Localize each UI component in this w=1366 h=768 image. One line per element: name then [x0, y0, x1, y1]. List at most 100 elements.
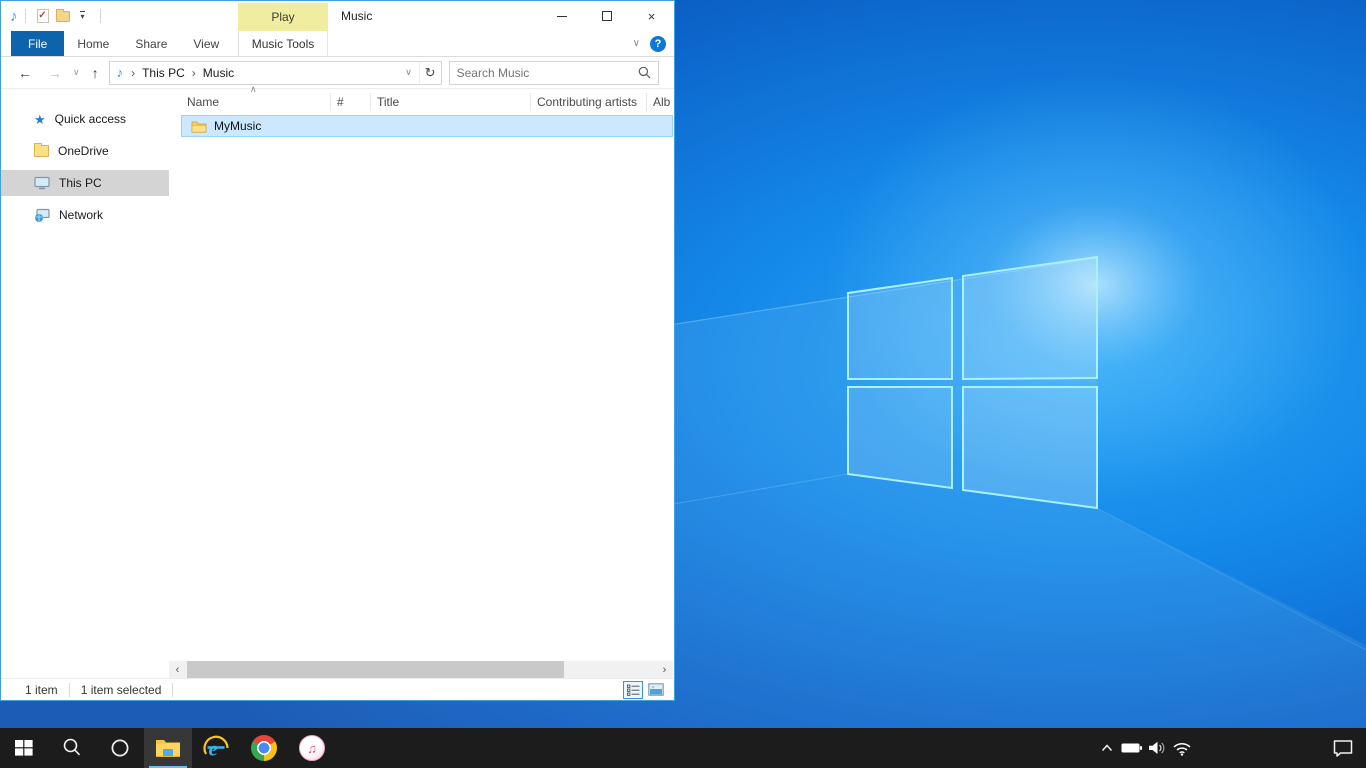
address-music-icon: ♪ [117, 65, 124, 80]
qat-dropdown-icon: ▾ [80, 11, 84, 21]
search-input[interactable] [457, 66, 638, 80]
breadcrumb-this-pc[interactable]: This PC [138, 66, 189, 80]
tab-home[interactable]: Home [64, 31, 122, 56]
column-label: Contributing artists [537, 95, 637, 109]
qat-properties-button[interactable]: ✓ [33, 5, 53, 27]
windows-logo-icon [14, 738, 34, 758]
tab-view[interactable]: View [180, 31, 232, 56]
file-name: MyMusic [214, 119, 261, 133]
column-label: Title [377, 95, 399, 109]
sidebar-item-network[interactable]: Network [1, 202, 169, 228]
tray-expand-button[interactable] [1094, 728, 1119, 768]
file-row-mymusic[interactable]: MyMusic [181, 115, 673, 137]
sidebar-item-onedrive[interactable]: OneDrive [1, 138, 169, 164]
explorer-content: ★ Quick access OneDrive This PC [1, 89, 674, 678]
column-label: # [337, 95, 344, 109]
scroll-right-button[interactable]: › [656, 661, 673, 678]
close-icon: × [648, 9, 656, 24]
scrollbar-track[interactable] [186, 661, 656, 678]
volume-indicator[interactable] [1144, 728, 1169, 768]
column-header-number[interactable]: # [331, 93, 371, 111]
qat-customize-button[interactable]: ▾ [73, 5, 93, 27]
contextual-tab-group-label: Play [238, 3, 328, 31]
tab-share[interactable]: Share [122, 31, 180, 56]
window-title: Music [341, 1, 372, 31]
music-note-icon: ♪ [10, 9, 18, 24]
sidebar-item-label: Quick access [55, 112, 126, 126]
tab-music-tools[interactable]: Music Tools [238, 31, 328, 56]
refresh-button[interactable]: ↻ [419, 62, 441, 84]
speaker-icon [1147, 740, 1167, 756]
tab-file[interactable]: File [11, 31, 64, 56]
search-icon [638, 66, 651, 79]
details-view-icon [627, 684, 640, 696]
item-count: 1 item [25, 683, 70, 697]
up-button[interactable]: ↑ [92, 65, 99, 81]
system-tray [1094, 728, 1366, 768]
column-header-name[interactable]: Name ∧ [181, 93, 331, 111]
close-button[interactable]: × [629, 1, 674, 31]
window-controls: × [539, 1, 674, 31]
sidebar-item-this-pc[interactable]: This PC [1, 170, 169, 196]
scroll-left-button[interactable]: ‹ [169, 661, 186, 678]
column-header-album[interactable]: Alb [647, 93, 674, 111]
taskbar: e ♫ [0, 728, 1366, 768]
file-explorer-icon [155, 737, 181, 759]
screen: ♪ ✓ ▾ Play Music × File Home Shar [0, 0, 1366, 768]
qat-new-folder-button[interactable] [53, 5, 73, 27]
maximize-button[interactable] [584, 1, 629, 31]
sidebar-item-label: Network [59, 208, 103, 222]
selected-count: 1 item selected [81, 683, 174, 697]
back-button[interactable]: ← [18, 65, 32, 81]
recent-locations-button[interactable]: ∨ [73, 67, 80, 78]
battery-indicator[interactable] [1119, 728, 1144, 768]
search-icon [61, 737, 83, 759]
column-header-contributing-artists[interactable]: Contributing artists [531, 93, 647, 111]
forward-button[interactable]: → [48, 65, 62, 81]
start-button[interactable] [0, 728, 48, 768]
itunes-button[interactable]: ♫ [288, 728, 336, 768]
sidebar-item-label: This PC [59, 176, 102, 190]
column-label: Name [187, 95, 219, 109]
internet-explorer-button[interactable]: e [192, 728, 240, 768]
sort-ascending-icon: ∧ [250, 84, 257, 95]
network-icon [34, 208, 50, 222]
taskbar-file-explorer-button[interactable] [144, 728, 192, 768]
taskbar-search-button[interactable] [48, 728, 96, 768]
ribbon-collapse-button[interactable]: ∨ [633, 38, 640, 49]
titlebar-separator [25, 9, 26, 23]
itunes-icon: ♫ [299, 735, 325, 761]
details-view-button[interactable] [623, 681, 643, 699]
file-list-pane[interactable]: Name ∧ # Title Contributing artists Alb [169, 89, 674, 678]
action-center-button[interactable] [1320, 728, 1366, 768]
wifi-icon [1171, 740, 1193, 756]
minimize-icon [557, 16, 567, 17]
ribbon-tab-row: File Home Share View Music Tools ∨ ? [1, 31, 674, 57]
address-bar[interactable]: ♪ › This PC › Music ∨ ↻ [109, 61, 442, 85]
cortana-button[interactable] [96, 728, 144, 768]
minimize-button[interactable] [539, 1, 584, 31]
chrome-button[interactable] [240, 728, 288, 768]
status-bar: 1 item 1 item selected [1, 678, 674, 700]
chevron-up-icon [1099, 740, 1115, 756]
internet-explorer-icon: e [203, 735, 230, 762]
column-header-title[interactable]: Title [371, 93, 531, 111]
search-box[interactable] [449, 61, 659, 85]
titlebar[interactable]: ♪ ✓ ▾ Play Music × [1, 1, 674, 31]
thumbnail-view-button[interactable] [646, 681, 666, 699]
help-button[interactable]: ? [650, 36, 666, 52]
horizontal-scrollbar[interactable]: ‹ › [169, 661, 673, 678]
titlebar-separator [100, 9, 101, 23]
breadcrumb-music[interactable]: Music [199, 66, 238, 80]
wifi-indicator[interactable] [1169, 728, 1194, 768]
thumbnail-view-icon [648, 683, 664, 696]
address-dropdown-button[interactable]: ∨ [399, 67, 419, 78]
sidebar-item-quick-access[interactable]: ★ Quick access [1, 106, 169, 132]
file-rows: MyMusic [181, 115, 674, 137]
folder-icon [191, 120, 207, 133]
action-center-icon [1332, 739, 1354, 757]
ribbon-right-controls: ∨ ? [633, 31, 666, 56]
scrollbar-thumb[interactable] [187, 661, 564, 678]
properties-check-icon: ✓ [37, 9, 49, 23]
navigation-pane: ★ Quick access OneDrive This PC [1, 89, 169, 678]
